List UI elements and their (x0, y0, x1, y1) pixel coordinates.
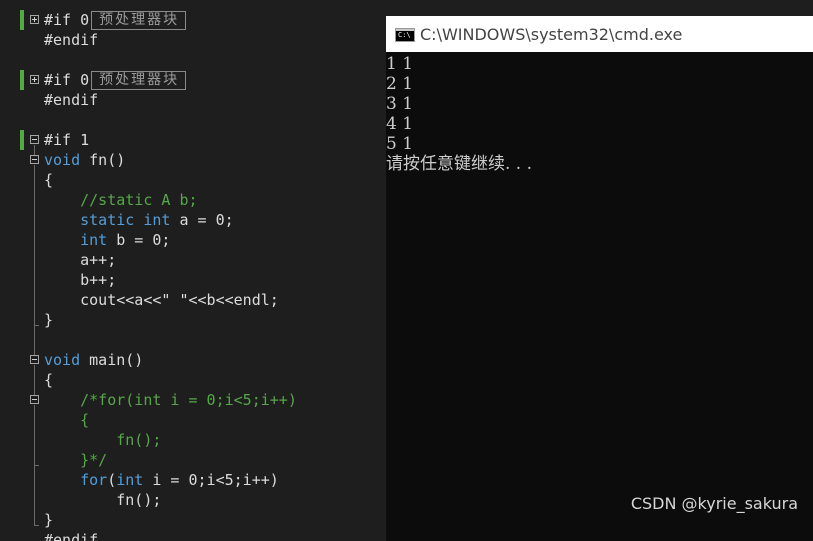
comment-line: //static A b; (44, 191, 198, 209)
console-output-line: 3 1 (386, 94, 414, 114)
collapsed-region[interactable]: 预处理器块 (91, 71, 187, 90)
keyword: int (143, 211, 171, 229)
code-line: } (44, 511, 54, 529)
code-text: main() (80, 351, 144, 369)
code-line: #endif (44, 31, 99, 49)
code-line: fn(); (44, 491, 162, 509)
code-text: i = 0;i<5;i++) (143, 471, 279, 489)
code-line: b++; (44, 271, 117, 289)
fold-guide (34, 145, 35, 155)
fold-end-tick (34, 465, 39, 466)
code-text: fn() (80, 151, 126, 169)
directive-text: #if 0 (44, 71, 90, 89)
code-line: { (44, 371, 54, 389)
code-line: cout<<a<<" "<<b<<endl; (44, 291, 279, 309)
comment-line: /*for(int i = 0;i<5;i++) (44, 391, 297, 409)
change-marker (20, 70, 24, 90)
code-line: #if 0 预处理器块 (44, 70, 187, 90)
collapsed-region[interactable]: 预处理器块 (91, 11, 187, 30)
code-text: a = 0; (170, 211, 234, 229)
code-editor[interactable]: #if 0 预处理器块 #endif #if 0 预处理器块 #endif #if … (0, 0, 386, 541)
console-output-line: 请按任意键继续. . . (386, 154, 533, 174)
keyword: int (116, 471, 144, 489)
fold-guide (34, 165, 35, 325)
directive-text: #if 0 (44, 11, 90, 29)
keyword: void (44, 351, 81, 369)
expand-fold-icon[interactable] (30, 75, 39, 84)
code-line: } (44, 311, 54, 329)
collapse-fold-icon[interactable] (30, 135, 39, 144)
change-marker (20, 10, 24, 30)
keyword: int (80, 231, 108, 249)
collapse-fold-icon[interactable] (30, 355, 39, 364)
console-output-line: 4 1 (386, 114, 414, 134)
fold-guide (34, 325, 35, 355)
code-line: a++; (44, 251, 117, 269)
code-line: void fn() (44, 150, 125, 170)
code-line: { (44, 171, 54, 189)
code-text: ( (107, 471, 117, 489)
collapse-fold-icon[interactable] (30, 395, 39, 404)
watermark: CSDN @kyrie_sakura (630, 494, 798, 513)
collapse-fold-icon[interactable] (30, 155, 39, 164)
console-output-line: 2 1 (386, 74, 414, 94)
cmd-icon: C:\ (395, 28, 415, 42)
fold-end-tick (34, 525, 39, 526)
code-line: #endif (44, 531, 99, 541)
code-line: for(int i = 0;i<5;i++) (44, 470, 279, 490)
change-marker (20, 130, 24, 150)
console-output: 1 1 2 1 3 1 4 1 5 1 请按任意键继续. . . (386, 54, 813, 174)
fold-guide (34, 365, 35, 395)
code-line: #if 1 (44, 131, 90, 149)
cmd-icon-text: C:\ (398, 31, 411, 39)
console-title: C:\WINDOWS\system32\cmd.exe (420, 25, 683, 44)
comment-line: }*/ (44, 451, 108, 469)
keyword: static (80, 211, 135, 229)
code-line: static int a = 0; (44, 210, 234, 230)
comment-line: { (44, 411, 90, 429)
console-titlebar[interactable]: C:\ C:\WINDOWS\system32\cmd.exe (386, 16, 813, 52)
keyword: for (80, 471, 108, 489)
code-line: int b = 0; (44, 230, 170, 250)
code-line: #if 0 预处理器块 (44, 10, 187, 30)
comment-line: fn(); (44, 431, 162, 449)
console-window[interactable]: C:\ C:\WINDOWS\system32\cmd.exe 1 1 2 1 … (386, 16, 813, 541)
expand-fold-icon[interactable] (30, 15, 39, 24)
code-line: #endif (44, 91, 99, 109)
code-line: void main() (44, 350, 143, 370)
console-output-line: 1 1 (386, 54, 414, 74)
code-text: b = 0; (107, 231, 171, 249)
console-output-line: 5 1 (386, 134, 414, 154)
keyword: void (44, 151, 81, 169)
